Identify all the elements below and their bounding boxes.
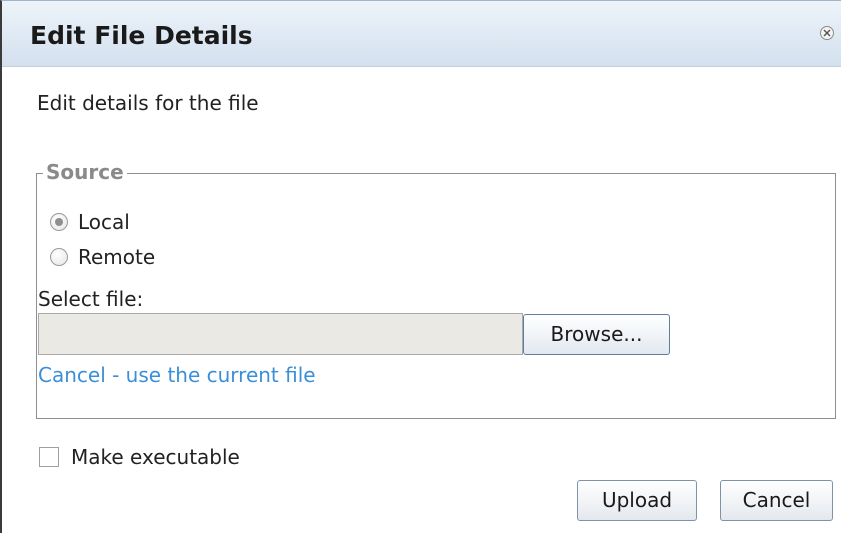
radio-local[interactable] <box>50 213 68 231</box>
file-path-input[interactable] <box>38 313 523 355</box>
select-file-label: Select file: <box>38 287 144 311</box>
make-executable-label: Make executable <box>71 445 240 469</box>
radio-remote[interactable] <box>50 248 68 266</box>
upload-button[interactable]: Upload <box>577 480 697 521</box>
dialog-intro-text: Edit details for the file <box>37 91 259 115</box>
close-x-glyph <box>823 29 831 37</box>
browse-button[interactable]: Browse... <box>523 314 670 355</box>
radio-remote-option[interactable]: Remote <box>50 244 155 270</box>
dialog-title: Edit File Details <box>30 21 253 50</box>
edit-file-details-dialog: Edit File Details Edit details for the f… <box>0 0 841 533</box>
cancel-use-current-file-link[interactable]: Cancel - use the current file <box>38 363 316 387</box>
radio-local-option[interactable]: Local <box>50 209 130 235</box>
cancel-button[interactable]: Cancel <box>720 480 833 521</box>
radio-local-label: Local <box>78 210 130 234</box>
radio-remote-label: Remote <box>78 245 156 269</box>
make-executable-option[interactable]: Make executable <box>39 445 240 469</box>
source-legend: Source <box>43 160 127 184</box>
dialog-titlebar: Edit File Details <box>2 1 841 67</box>
make-executable-checkbox[interactable] <box>39 447 59 467</box>
close-icon[interactable] <box>820 26 834 40</box>
